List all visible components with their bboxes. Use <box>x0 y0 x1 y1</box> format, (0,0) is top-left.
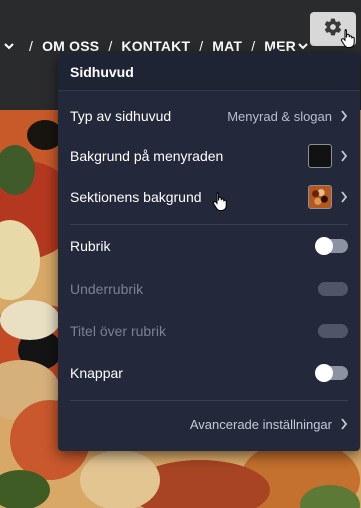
header-settings-panel: Sidhuvud Typ av sidhuvud Menyrad & sloga… <box>58 53 360 451</box>
divider <box>70 224 348 225</box>
nav-item-mat[interactable]: MAT <box>212 38 242 54</box>
divider <box>70 400 348 401</box>
header-type-row[interactable]: Typ av sidhuvud Menyrad & slogan <box>70 105 348 127</box>
nav-separator: / <box>108 38 113 54</box>
advanced-settings-link[interactable]: Avancerade inställningar <box>70 413 348 435</box>
toggle-label-rubrik: Rubrik <box>70 238 111 254</box>
nav-separator: / <box>29 38 34 54</box>
advanced-settings-label: Avancerade inställningar <box>189 416 332 432</box>
image-thumbnail[interactable] <box>308 185 332 209</box>
toggle-label-titel: Titel över rubrik <box>70 323 166 339</box>
chevron-down-icon[interactable] <box>298 42 308 50</box>
toggle-label-underrubrik: Underrubrik <box>70 281 144 297</box>
toggle-row-underrubrik: Underrubrik <box>70 278 348 300</box>
nav-item-kontakt[interactable]: KONTAKT <box>121 38 190 54</box>
toggle-knappar[interactable] <box>315 364 348 382</box>
hand-pointer-icon <box>340 28 356 52</box>
chevron-right-icon <box>340 191 348 203</box>
menubar-background-row[interactable]: Bakgrund på menyraden <box>70 144 348 168</box>
panel-header: Sidhuvud <box>58 53 360 91</box>
panel-title: Sidhuvud <box>70 63 134 80</box>
header-type-label: Typ av sidhuvud <box>70 108 172 124</box>
nav-separator: / <box>251 38 256 54</box>
hand-pointer-icon <box>212 191 228 216</box>
toggle-underrubrik <box>318 282 348 296</box>
nav-item-om-oss[interactable]: OM OSS <box>42 38 99 54</box>
toggle-titel-over-rubrik <box>318 324 348 338</box>
nav-separator: / <box>199 38 204 54</box>
header-type-value: Menyrad & slogan <box>227 108 332 124</box>
section-background-row[interactable]: Sektionens bakgrund <box>70 185 348 209</box>
chevron-right-icon <box>340 418 348 430</box>
toggle-label-knappar: Knappar <box>70 365 123 381</box>
chevron-down-icon[interactable] <box>4 42 14 50</box>
color-swatch[interactable] <box>308 144 332 168</box>
menubar-background-label: Bakgrund på menyraden <box>70 148 224 164</box>
section-background-label: Sektionens bakgrund <box>70 189 202 205</box>
toggle-row-titel: Titel över rubrik <box>70 320 348 342</box>
chevron-right-icon <box>340 150 348 162</box>
toggle-row-rubrik: Rubrik <box>70 235 348 257</box>
toggle-rubrik[interactable] <box>315 237 348 255</box>
chevron-right-icon <box>340 110 348 122</box>
toggle-row-knappar: Knappar <box>70 362 348 384</box>
